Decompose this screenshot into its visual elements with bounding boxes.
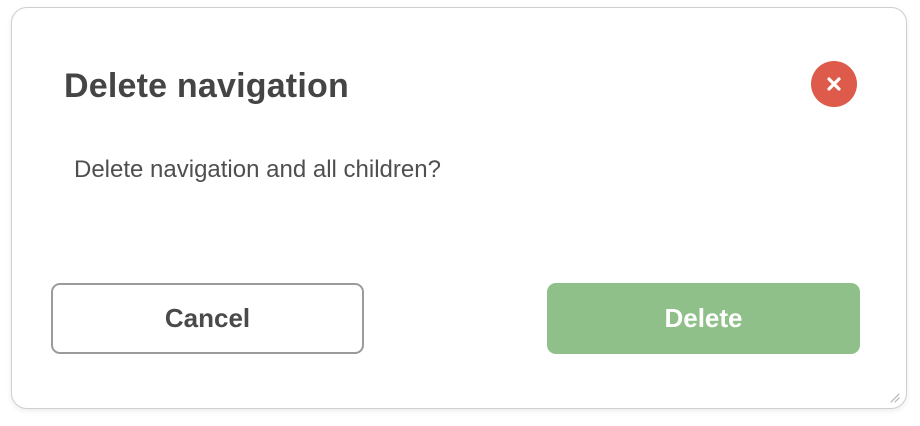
delete-navigation-dialog: Delete navigation Delete navigation and … xyxy=(11,7,907,409)
resize-handle-icon[interactable] xyxy=(888,390,900,403)
dialog-message: Delete navigation and all children? xyxy=(74,156,441,183)
close-button[interactable] xyxy=(811,61,857,107)
delete-button[interactable]: Delete xyxy=(547,283,860,354)
close-icon xyxy=(826,76,842,92)
dialog-title: Delete navigation xyxy=(64,67,349,105)
cancel-button[interactable]: Cancel xyxy=(51,283,364,354)
